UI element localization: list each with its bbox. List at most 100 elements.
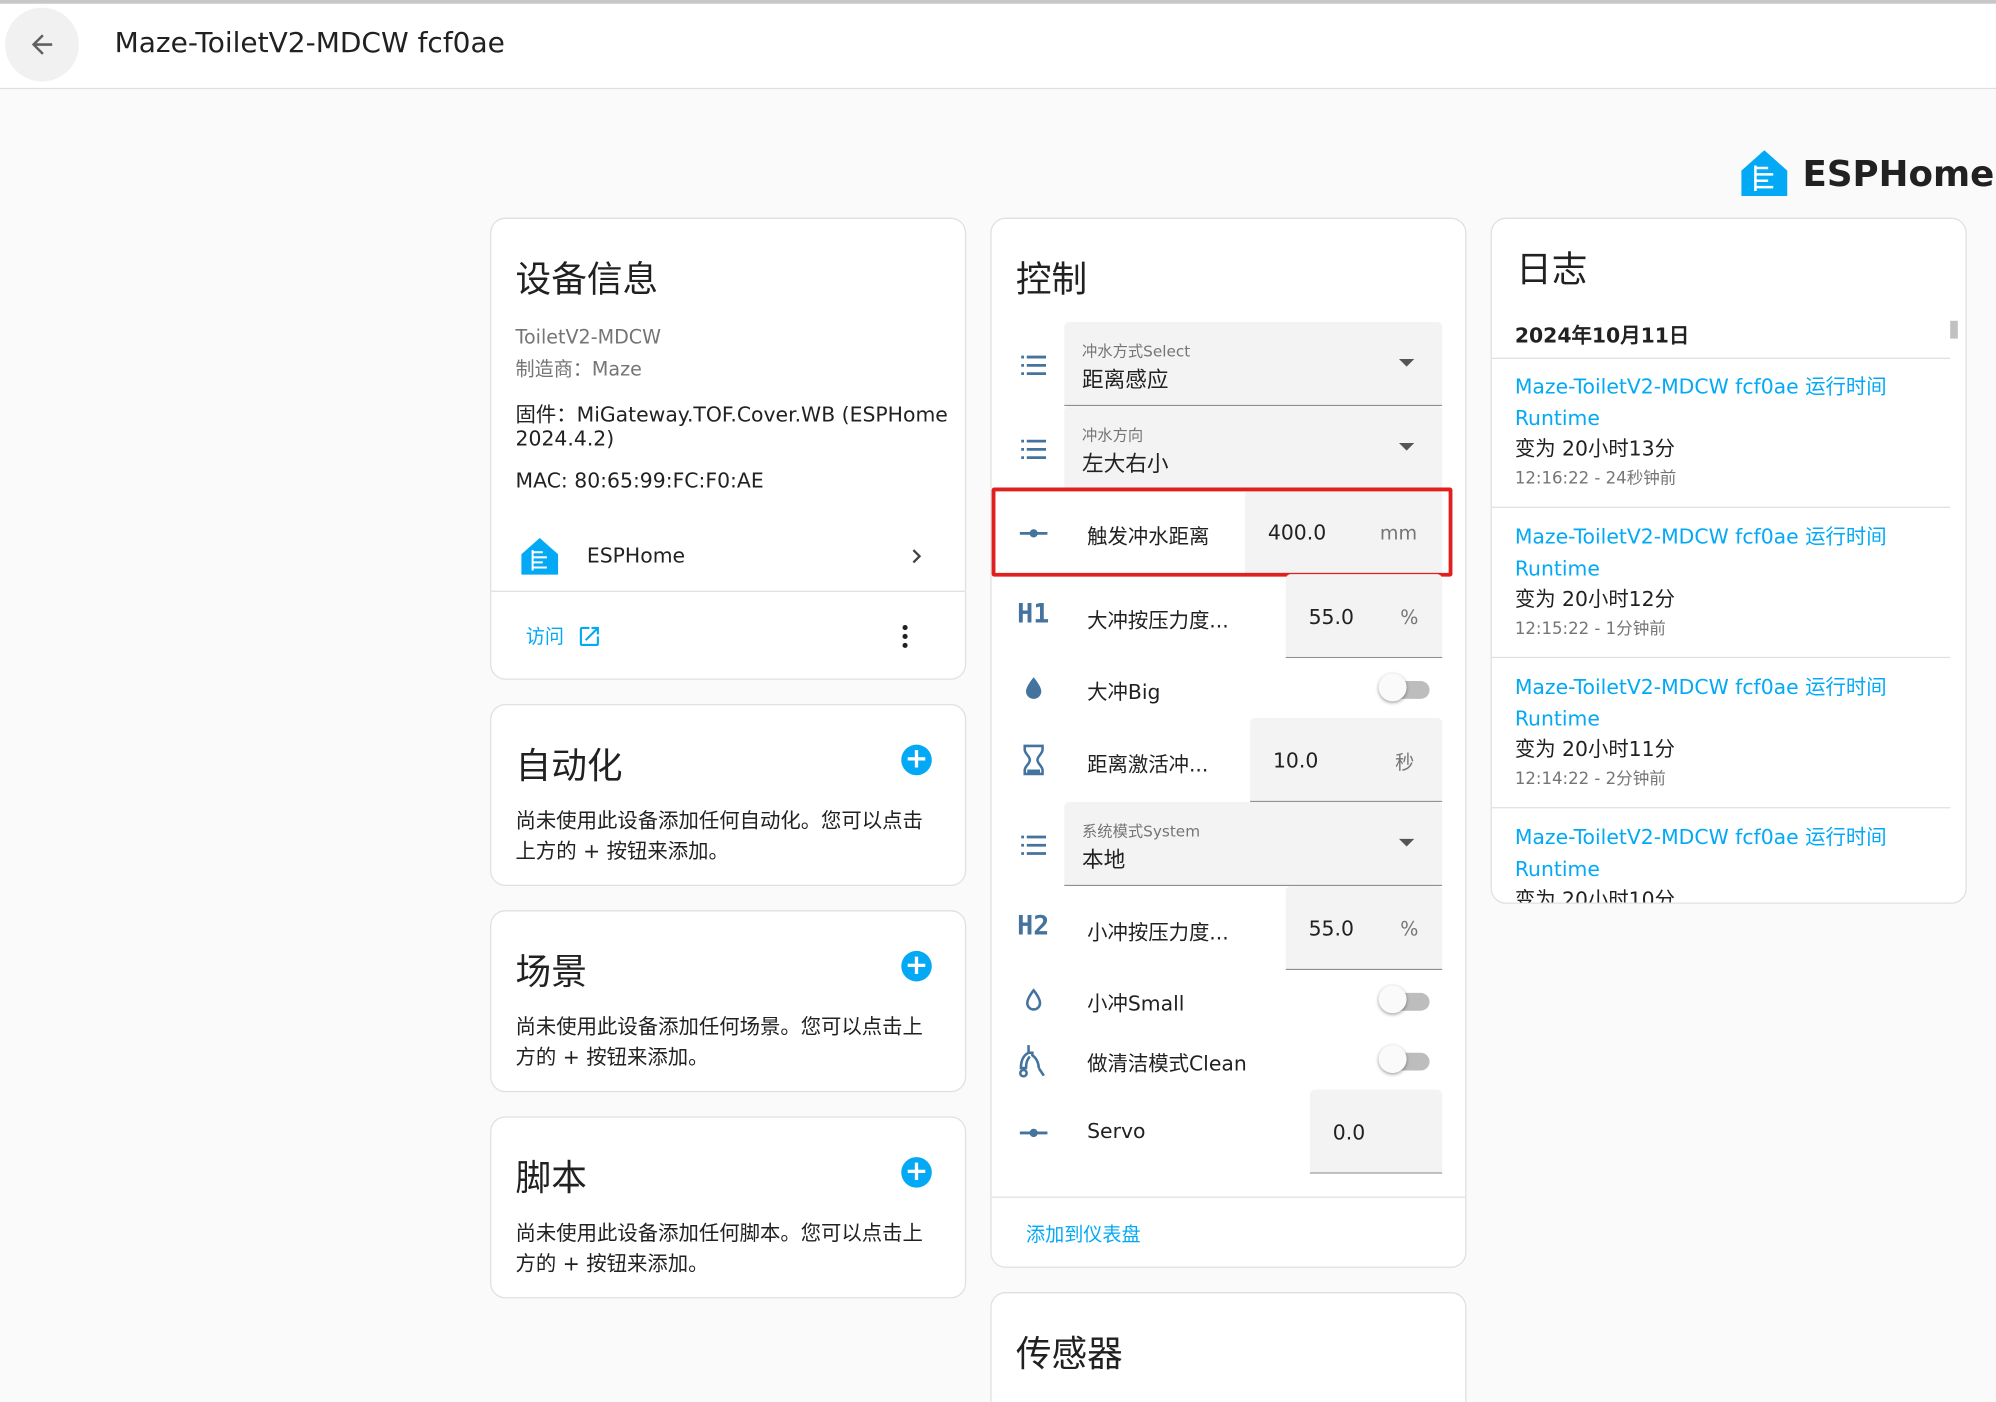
flush-direction-value: 左大右小 bbox=[1082, 451, 1169, 478]
log-separator bbox=[1491, 656, 1951, 659]
log-entry: Maze-ToiletV2-MDCW fcf0ae 运行时间 Runtime 变… bbox=[1515, 671, 1948, 796]
page-title: Maze-ToiletV2-MDCW fcf0ae bbox=[114, 28, 505, 60]
add-scene-button[interactable]: + bbox=[901, 950, 932, 982]
caret-down-icon bbox=[1398, 838, 1415, 847]
log-entity-link-cont[interactable]: Runtime bbox=[1515, 402, 1948, 434]
back-button[interactable] bbox=[5, 7, 79, 82]
open-in-new-icon bbox=[579, 626, 599, 646]
add-automation-button[interactable]: + bbox=[901, 744, 932, 776]
controls-title: 控制 bbox=[1015, 258, 1088, 301]
h1-icon: H1 bbox=[1017, 598, 1050, 629]
switch-knob bbox=[1378, 1045, 1407, 1074]
flush-mode-select[interactable]: 冲水方式Select 距离感应 bbox=[1064, 322, 1443, 407]
servo-input[interactable]: 0.0 bbox=[1309, 1089, 1443, 1174]
card-divider bbox=[991, 1196, 1466, 1198]
servo-name: Servo bbox=[1087, 1118, 1146, 1144]
log-change: 变为 20小时12分 bbox=[1514, 586, 1675, 612]
big-press-input[interactable]: 55.0 % bbox=[1285, 574, 1443, 659]
logbook-card: 日志 2024年10月11日 Maze-ToiletV2-MDCW fcf0ae… bbox=[1490, 217, 1967, 904]
scrollbar-thumb[interactable] bbox=[1950, 320, 1958, 339]
script-desc-1: 尚未使用此设备添加任何脚本。您可以点击上 bbox=[515, 1220, 923, 1245]
log-time: 12:15:22 - 1分钟前 bbox=[1514, 619, 1666, 640]
big-press-name: 大冲按压力度... bbox=[1087, 608, 1229, 633]
log-change: 变为 20小时13分 bbox=[1514, 436, 1675, 461]
log-separator bbox=[1491, 506, 1951, 508]
big-flush-name: 大冲Big bbox=[1087, 679, 1161, 704]
log-entry: Maze-ToiletV2-MDCW fcf0ae 运行时间 Runtime 变… bbox=[1515, 370, 1948, 495]
clean-mode-name: 做清洁模式Clean bbox=[1087, 1051, 1247, 1076]
logbook-date: 2024年10月11日 bbox=[1514, 323, 1690, 348]
ray-vertex-icon bbox=[1019, 1128, 1048, 1138]
flush-mode-value: 距离感应 bbox=[1082, 367, 1169, 394]
visit-link[interactable]: 访问 bbox=[526, 622, 602, 649]
log-entity-link-cont[interactable]: Runtime bbox=[1515, 853, 1948, 885]
automation-desc-1: 尚未使用此设备添加任何自动化。您可以点击 bbox=[515, 808, 923, 833]
activate-delay-name: 距离激活冲... bbox=[1087, 752, 1209, 777]
esphome-logo-icon bbox=[1741, 150, 1788, 197]
log-entry: Maze-ToiletV2-MDCW fcf0ae 运行时间 Runtime 变… bbox=[1515, 521, 1948, 646]
switch-knob bbox=[1378, 673, 1407, 702]
device-info-title: 设备信息 bbox=[515, 258, 659, 301]
device-firmware: 固件：MiGateway.TOF.Cover.WB (ESPHome bbox=[515, 402, 948, 427]
add-script-button[interactable]: + bbox=[901, 1157, 932, 1188]
caret-down-icon bbox=[1398, 358, 1415, 367]
caret-down-icon bbox=[1398, 442, 1415, 451]
log-entry: Maze-ToiletV2-MDCW fcf0ae 运行时间 Runtime 变… bbox=[1515, 821, 1948, 903]
chevron-right-icon bbox=[912, 549, 922, 564]
system-mode-value: 本地 bbox=[1082, 847, 1126, 874]
card-divider bbox=[491, 590, 965, 592]
flush-direction-label: 冲水方向 bbox=[1082, 426, 1144, 445]
flush-mode-label: 冲水方式Select bbox=[1082, 342, 1191, 361]
log-separator bbox=[1491, 357, 1951, 359]
sensors-title: 传感器 bbox=[1015, 1332, 1123, 1375]
format-list-icon bbox=[1021, 835, 1047, 855]
device-model: ToiletV2-MDCW bbox=[515, 325, 662, 349]
add-to-dashboard-button[interactable]: 添加到仪表盘 bbox=[1026, 1221, 1141, 1248]
script-desc-2: 方的 + 按钮来添加。 bbox=[515, 1251, 709, 1276]
logbook-scroll[interactable]: 2024年10月11日 Maze-ToiletV2-MDCW fcf0ae 运行… bbox=[1491, 300, 1966, 903]
log-entity-link-cont[interactable]: Runtime bbox=[1515, 552, 1948, 584]
small-flush-name: 小冲Small bbox=[1087, 991, 1185, 1016]
brand-name: ESPHome bbox=[1802, 152, 1995, 195]
activate-delay-unit: 秒 bbox=[1395, 751, 1415, 774]
scene-desc-1: 尚未使用此设备添加任何场景。您可以点击上 bbox=[515, 1014, 923, 1039]
highlight-box bbox=[991, 487, 1453, 577]
script-title: 脚本 bbox=[515, 1157, 587, 1200]
format-list-icon bbox=[1021, 355, 1047, 375]
more-vert-icon[interactable] bbox=[890, 621, 921, 652]
logbook-title: 日志 bbox=[1516, 248, 1588, 291]
flush-direction-select[interactable]: 冲水方向 左大右小 bbox=[1064, 406, 1443, 491]
device-manufacturer: 制造商：Maze bbox=[515, 357, 642, 381]
sensors-card: 传感器 bbox=[990, 1292, 1467, 1402]
clean-mode-switch[interactable] bbox=[1378, 1045, 1435, 1074]
scene-title: 场景 bbox=[515, 950, 587, 993]
system-mode-select[interactable]: 系统模式System 本地 bbox=[1064, 801, 1443, 886]
scene-desc-2: 方的 + 按钮来添加。 bbox=[515, 1045, 709, 1070]
log-time: 12:16:22 - 24秒钟前 bbox=[1514, 469, 1677, 489]
log-entity-link-cont[interactable]: Runtime bbox=[1515, 703, 1948, 735]
device-mac: MAC: 80:65:99:FC:F0:AE bbox=[515, 468, 764, 493]
automation-title: 自动化 bbox=[515, 744, 623, 787]
servo-value: 0.0 bbox=[1332, 1120, 1366, 1145]
small-press-input[interactable]: 55.0 % bbox=[1285, 885, 1443, 970]
log-entity-link[interactable]: Maze-ToiletV2-MDCW fcf0ae 运行时间 bbox=[1515, 821, 1948, 853]
log-entity-link[interactable]: Maze-ToiletV2-MDCW fcf0ae 运行时间 bbox=[1515, 370, 1948, 402]
script-card: 脚本 + 尚未使用此设备添加任何脚本。您可以点击上 方的 + 按钮来添加。 bbox=[490, 1116, 967, 1299]
log-entity-link[interactable]: Maze-ToiletV2-MDCW fcf0ae 运行时间 bbox=[1515, 671, 1948, 703]
format-list-icon bbox=[1021, 439, 1047, 460]
small-press-value: 55.0 bbox=[1308, 916, 1354, 941]
timer-sand-icon bbox=[1023, 744, 1044, 776]
system-mode-label: 系统模式System bbox=[1082, 822, 1201, 841]
log-separator bbox=[1491, 807, 1951, 809]
device-firmware-cont: 2024.4.2) bbox=[515, 426, 615, 451]
arrow-left-icon bbox=[31, 34, 53, 55]
big-flush-switch[interactable] bbox=[1378, 673, 1435, 702]
log-entity-link[interactable]: Maze-ToiletV2-MDCW fcf0ae 运行时间 bbox=[1515, 521, 1948, 553]
log-time: 12:14:22 - 2分钟前 bbox=[1514, 770, 1666, 790]
activate-delay-input[interactable]: 10.0 秒 bbox=[1250, 717, 1443, 802]
small-flush-switch[interactable] bbox=[1378, 985, 1435, 1014]
water-outline-icon bbox=[1026, 988, 1042, 1011]
small-press-name: 小冲按压力度... bbox=[1087, 920, 1229, 945]
visit-label: 访问 bbox=[525, 625, 564, 648]
integration-row[interactable]: ESPHome bbox=[491, 530, 965, 591]
